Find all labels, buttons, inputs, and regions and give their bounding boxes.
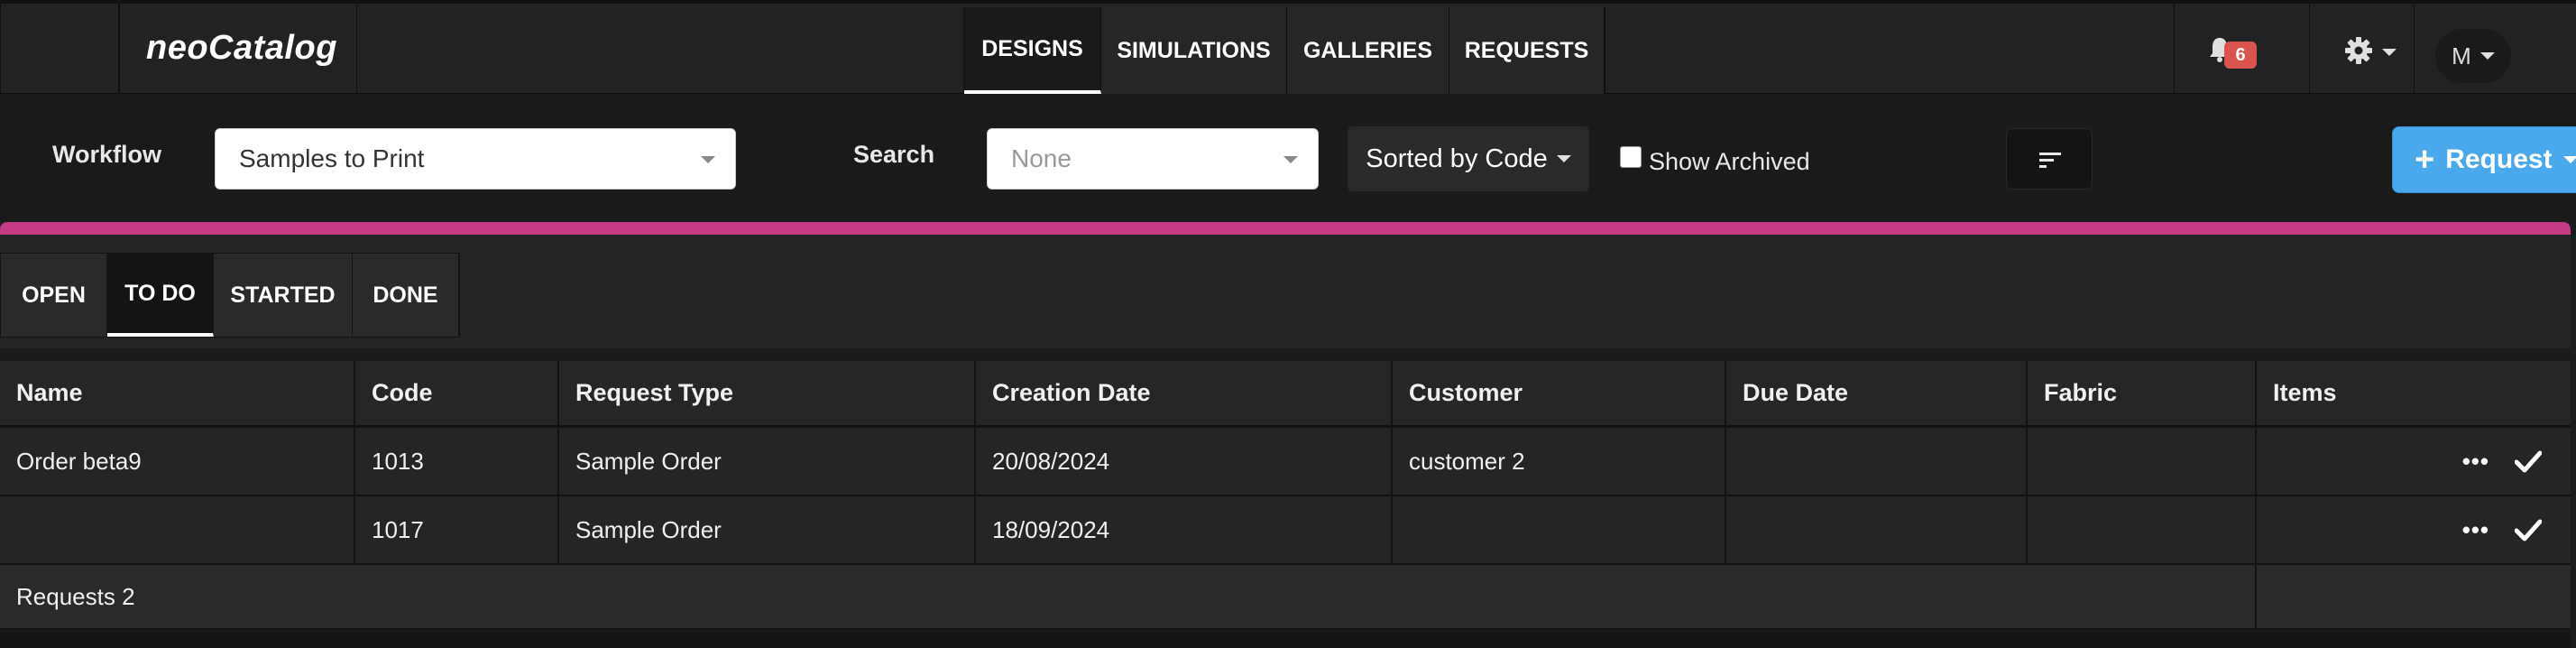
table-footer-row: Requests 2 bbox=[0, 565, 2571, 630]
cell-customer: customer 2 bbox=[1393, 428, 1726, 495]
user-menu[interactable]: M bbox=[2435, 29, 2511, 83]
more-options-icon[interactable]: ••• bbox=[2462, 516, 2489, 544]
main-nav-tabs: DESIGNS SIMULATIONS GALLERIES REQUESTS bbox=[963, 7, 1605, 94]
notification-badge[interactable]: 6 bbox=[2224, 42, 2257, 69]
sort-caret-icon bbox=[1556, 155, 1571, 162]
bottom-strip bbox=[0, 632, 2571, 648]
app-logo[interactable]: neoCatalog bbox=[146, 29, 337, 68]
footer-items-cell bbox=[2257, 565, 2571, 628]
column-header-code[interactable]: Code bbox=[355, 361, 559, 425]
column-header-request-type[interactable]: Request Type bbox=[559, 361, 976, 425]
cell-code: 1017 bbox=[355, 496, 559, 563]
cell-items: ••• bbox=[2257, 428, 2571, 495]
table-row[interactable]: 1017 Sample Order 18/09/2024 ••• bbox=[0, 496, 2571, 565]
table-row[interactable]: Order beta9 1013 Sample Order 20/08/2024… bbox=[0, 428, 2571, 496]
table-header-row: Name Code Request Type Creation Date Cus… bbox=[0, 361, 2571, 428]
workflow-select-value: Samples to Print bbox=[239, 144, 425, 172]
cell-request-type: Sample Order bbox=[559, 428, 976, 495]
cell-customer bbox=[1393, 496, 1726, 563]
cell-fabric bbox=[2028, 496, 2257, 563]
column-header-creation-date[interactable]: Creation Date bbox=[976, 361, 1393, 425]
status-tabs: OPEN TO DO STARTED DONE bbox=[0, 253, 460, 338]
cell-request-type: Sample Order bbox=[559, 496, 976, 563]
sort-label: Sorted by Code bbox=[1366, 143, 1548, 173]
top-navbar: neoCatalog DESIGNS SIMULATIONS GALLERIES… bbox=[0, 0, 2576, 94]
check-icon[interactable] bbox=[2515, 449, 2542, 473]
status-tab-done[interactable]: DONE bbox=[353, 254, 459, 337]
workflow-chevron-down-icon bbox=[701, 156, 715, 163]
workflow-color-stripe bbox=[0, 222, 2571, 235]
tab-requests[interactable]: REQUESTS bbox=[1449, 7, 1605, 94]
check-icon[interactable] bbox=[2515, 518, 2542, 542]
cell-code: 1013 bbox=[355, 428, 559, 495]
settings-caret-icon bbox=[2382, 49, 2397, 56]
settings-area[interactable] bbox=[2309, 4, 2414, 94]
status-tabs-area: OPEN TO DO STARTED DONE bbox=[0, 235, 2571, 348]
user-initial: M bbox=[2452, 42, 2471, 69]
plus-icon: + bbox=[2415, 141, 2435, 179]
gear-icon[interactable] bbox=[2344, 36, 2373, 65]
status-tab-to-do[interactable]: TO DO bbox=[107, 254, 214, 337]
sort-order-button[interactable] bbox=[2006, 128, 2093, 190]
cell-creation-date: 20/08/2024 bbox=[976, 428, 1393, 495]
show-archived-checkbox[interactable] bbox=[1620, 146, 1642, 168]
tab-designs[interactable]: DESIGNS bbox=[964, 7, 1101, 94]
column-header-items[interactable]: Items bbox=[2257, 361, 2571, 425]
request-button-label: Request bbox=[2445, 144, 2553, 174]
cell-name bbox=[0, 496, 355, 563]
show-archived-label[interactable]: Show Archived bbox=[1649, 148, 1810, 176]
status-tab-open[interactable]: OPEN bbox=[1, 254, 107, 337]
search-select-value: None bbox=[1011, 144, 1072, 172]
cell-due-date bbox=[1726, 496, 2028, 563]
search-label: Search bbox=[853, 141, 935, 168]
workflow-label: Workflow bbox=[52, 141, 161, 168]
cell-fabric bbox=[2028, 428, 2257, 495]
nav-menu-area[interactable] bbox=[0, 4, 119, 94]
status-tab-started[interactable]: STARTED bbox=[214, 254, 353, 337]
sort-dropdown-button[interactable]: Sorted by Code bbox=[1348, 126, 1589, 191]
user-caret-icon bbox=[2479, 52, 2495, 60]
tab-simulations[interactable]: SIMULATIONS bbox=[1101, 7, 1287, 94]
column-header-name[interactable]: Name bbox=[0, 361, 355, 425]
column-header-customer[interactable]: Customer bbox=[1393, 361, 1726, 425]
column-header-due-date[interactable]: Due Date bbox=[1726, 361, 2028, 425]
sort-lines-icon bbox=[2039, 153, 2061, 168]
cell-creation-date: 18/09/2024 bbox=[976, 496, 1393, 563]
search-chevron-down-icon bbox=[1283, 156, 1298, 163]
request-caret-icon bbox=[2562, 156, 2576, 163]
search-select[interactable]: None bbox=[987, 128, 1319, 190]
cell-items: ••• bbox=[2257, 496, 2571, 563]
tab-galleries[interactable]: GALLERIES bbox=[1287, 7, 1449, 94]
cell-due-date bbox=[1726, 428, 2028, 495]
workflow-select[interactable]: Samples to Print bbox=[215, 128, 736, 190]
requests-count: Requests 2 bbox=[0, 565, 2257, 628]
column-header-fabric[interactable]: Fabric bbox=[2028, 361, 2257, 425]
add-request-button[interactable]: + Request bbox=[2392, 126, 2576, 193]
cell-name: Order beta9 bbox=[0, 428, 355, 495]
more-options-icon[interactable]: ••• bbox=[2462, 448, 2489, 476]
filter-bar: Workflow Samples to Print Search None So… bbox=[0, 94, 2576, 220]
